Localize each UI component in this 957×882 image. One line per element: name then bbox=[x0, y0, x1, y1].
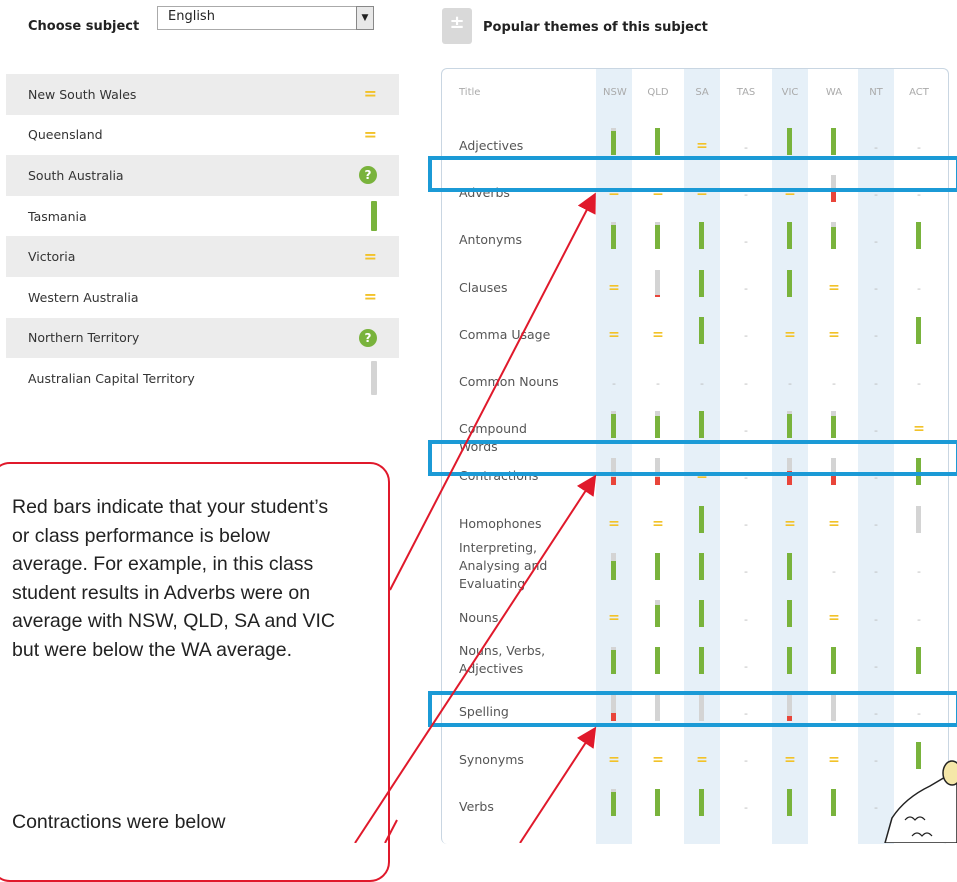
arrow-extra bbox=[384, 819, 398, 843]
arrow-to-adverbs bbox=[389, 192, 596, 591]
scroll-illustration-icon bbox=[884, 760, 957, 843]
arrow-to-spelling bbox=[519, 726, 597, 843]
annotation-arrows bbox=[354, 192, 957, 843]
arrow-to-contractions bbox=[354, 474, 597, 843]
